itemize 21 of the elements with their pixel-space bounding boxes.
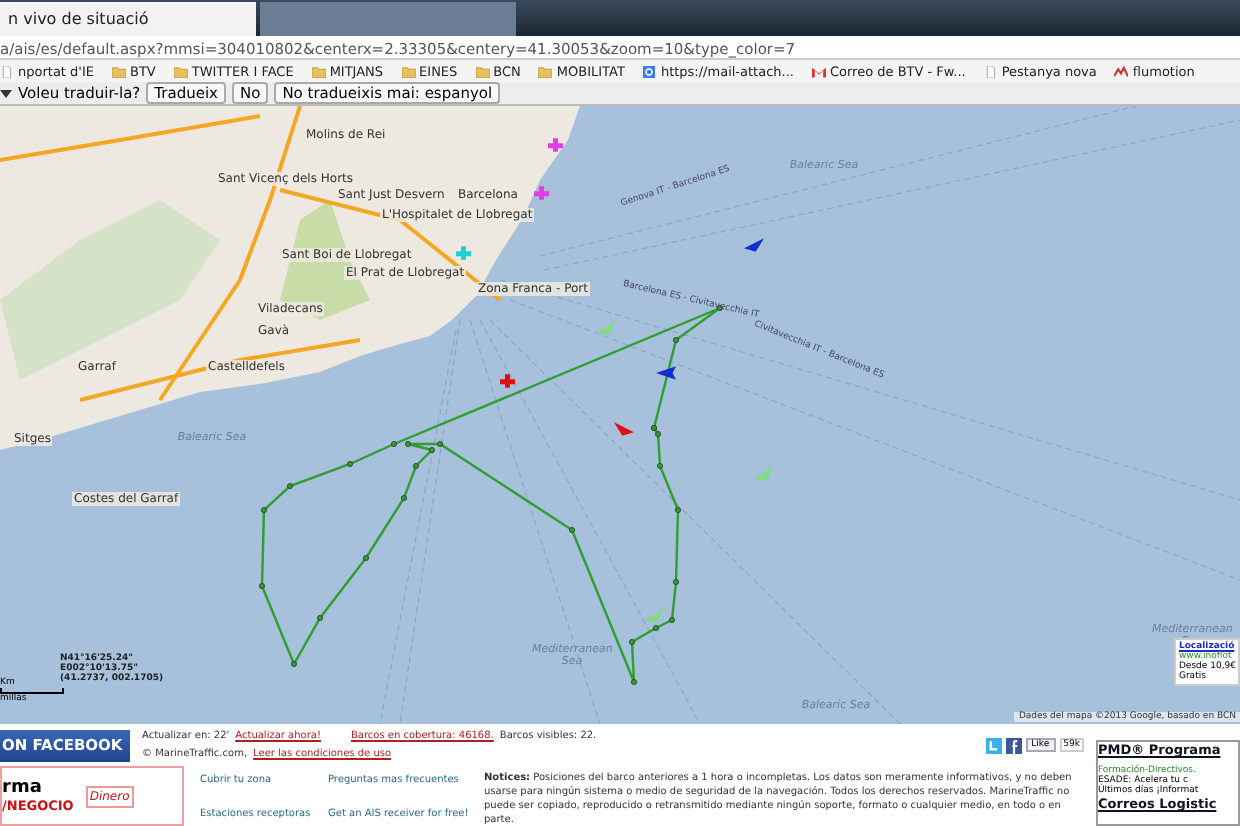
browser-tab[interactable]	[260, 1, 516, 36]
ship-icon[interactable]	[656, 366, 676, 380]
ship-icon[interactable]	[548, 138, 568, 152]
ship-icon[interactable]	[744, 238, 764, 252]
folder-icon	[475, 65, 490, 78]
mail-icon	[811, 65, 826, 78]
folder-icon	[111, 65, 126, 78]
logo-icon	[1114, 65, 1129, 78]
ship-icon[interactable]	[500, 374, 520, 388]
folder-icon	[311, 65, 326, 78]
ship-icon[interactable]	[534, 186, 554, 200]
folder-icon	[401, 65, 416, 78]
folder-icon	[538, 65, 553, 78]
ship-icon[interactable]	[614, 422, 634, 436]
scale-bar	[0, 688, 64, 694]
browser-tab[interactable]: n vivo de situació	[0, 1, 256, 36]
facebook-icon[interactable]	[1005, 737, 1022, 753]
folder-icon	[173, 65, 188, 78]
banner-text: rma	[2, 778, 44, 798]
map-drawing[interactable]	[0, 106, 1240, 724]
dropdown-arrow-icon[interactable]	[0, 89, 12, 97]
